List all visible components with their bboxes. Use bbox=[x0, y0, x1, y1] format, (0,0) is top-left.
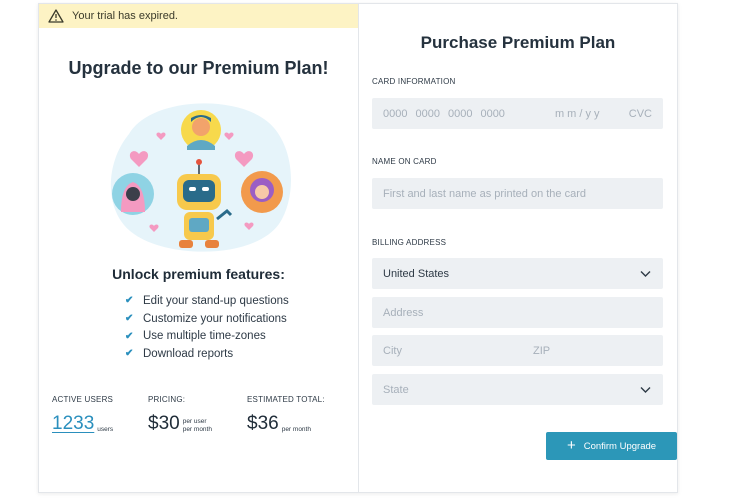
estimated-total-value: $36 bbox=[247, 413, 279, 434]
check-icon: ✔ bbox=[125, 330, 134, 342]
chevron-down-icon bbox=[640, 271, 651, 277]
name-on-card-field[interactable]: First and last name as printed on the ca… bbox=[372, 178, 663, 209]
chevron-down-icon bbox=[640, 387, 651, 393]
pricing-unit-line2: per month bbox=[182, 426, 212, 433]
trial-banner-text: Your trial has expired. bbox=[72, 10, 178, 22]
estimated-total-label: ESTIMATED TOTAL: bbox=[247, 395, 325, 404]
active-users-unit: users bbox=[97, 426, 114, 433]
estimated-total-unit: per month bbox=[281, 426, 311, 433]
card-number-group: 0000 bbox=[480, 107, 505, 120]
card-number-group: 0000 bbox=[383, 107, 408, 120]
purchase-title: Purchase Premium Plan bbox=[420, 33, 616, 52]
confirm-upgrade-button[interactable]: + Confirm Upgrade bbox=[546, 432, 677, 460]
pricing-value: $30 bbox=[148, 413, 180, 434]
card-number-group: 0000 bbox=[415, 107, 440, 120]
card-expiry-field[interactable]: m m / y y bbox=[555, 108, 600, 120]
state-select[interactable]: State bbox=[372, 374, 663, 405]
upgrade-dialog: Your trial has expired. Upgrade to our P… bbox=[38, 3, 678, 493]
check-icon: ✔ bbox=[125, 313, 134, 325]
address-field[interactable]: Address bbox=[372, 297, 663, 328]
card-info-field[interactable]: 0000 0000 0000 0000 m m / y y CVC bbox=[372, 98, 663, 129]
check-icon: ✔ bbox=[125, 295, 134, 307]
warning-icon bbox=[48, 9, 64, 23]
feature-item: ✔ Use multiple time-zones bbox=[125, 327, 289, 345]
active-users-label: ACTIVE USERS bbox=[52, 395, 114, 404]
card-info-label: CARD INFORMATION bbox=[372, 77, 456, 86]
feature-label: Use multiple time-zones bbox=[143, 330, 266, 343]
premium-illustration bbox=[110, 103, 291, 252]
feature-label: Download reports bbox=[143, 347, 234, 360]
state-value: State bbox=[383, 383, 409, 396]
card-cvc-field[interactable]: CVC bbox=[629, 108, 652, 120]
purchase-form-panel: Purchase Premium Plan CARD INFORMATION 0… bbox=[359, 4, 677, 492]
feature-list: ✔ Edit your stand-up questions ✔ Customize… bbox=[125, 292, 289, 363]
check-icon: ✔ bbox=[125, 348, 134, 360]
pricing-unit-line1: per user bbox=[182, 418, 207, 425]
pricing-unit: per user per month bbox=[183, 418, 212, 434]
trial-expired-banner: Your trial has expired. bbox=[39, 4, 358, 28]
confirm-upgrade-label: Confirm Upgrade bbox=[583, 440, 657, 452]
feature-label: Edit your stand-up questions bbox=[143, 294, 289, 307]
name-on-card-label: NAME ON CARD bbox=[372, 157, 437, 166]
billing-address-label: BILLING ADDRESS bbox=[372, 238, 447, 247]
active-users-count-link[interactable]: 1233 bbox=[52, 414, 94, 434]
feature-item: ✔ Customize your notifications bbox=[125, 310, 289, 328]
feature-item: ✔ Edit your stand-up questions bbox=[125, 292, 289, 310]
country-select[interactable]: United States bbox=[372, 258, 663, 289]
city-field[interactable]: City bbox=[372, 335, 527, 366]
estimated-total-stat: ESTIMATED TOTAL: $36 per month bbox=[247, 395, 325, 434]
plus-icon: + bbox=[566, 437, 576, 454]
country-value: United States bbox=[383, 267, 450, 280]
feature-item: ✔ Download reports bbox=[125, 345, 289, 363]
pricing-stat: PRICING: $30 per user per month bbox=[148, 395, 212, 434]
unlock-features-title: Unlock premium features: bbox=[112, 266, 285, 282]
upgrade-title: Upgrade to our Premium Plan! bbox=[68, 58, 329, 78]
feature-label: Customize your notifications bbox=[143, 312, 287, 325]
pricing-label: PRICING: bbox=[148, 395, 186, 404]
zip-field[interactable]: ZIP bbox=[522, 335, 663, 366]
card-number-group: 0000 bbox=[447, 107, 473, 120]
active-users-stat: ACTIVE USERS 1233 users bbox=[52, 395, 113, 434]
plan-summary-panel: Your trial has expired. Upgrade to our P… bbox=[39, 4, 359, 492]
